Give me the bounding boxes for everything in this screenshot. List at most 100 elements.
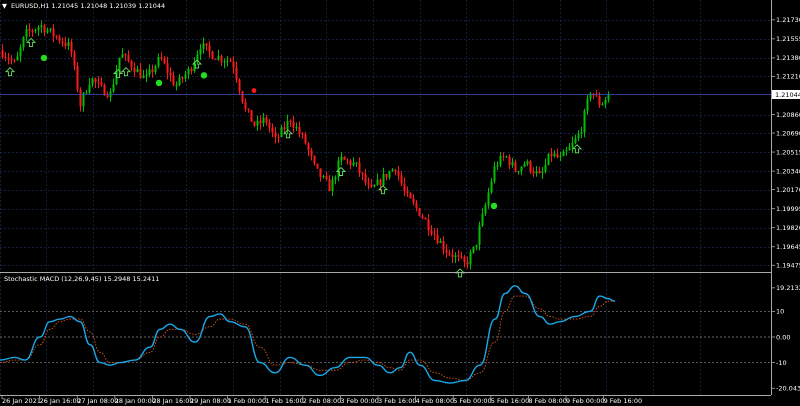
price-tick-label: 1.21730 <box>776 16 800 24</box>
candle-body <box>28 29 31 31</box>
candle-body <box>388 171 391 178</box>
candle-body <box>331 179 334 192</box>
green-dot-icon <box>490 202 498 210</box>
candle-body <box>505 156 508 158</box>
time-tick-label: 26 Jan 16:00 <box>40 397 81 405</box>
candle-body <box>58 36 61 42</box>
candle-body <box>553 153 556 157</box>
candle-body <box>13 60 16 62</box>
candle-body <box>352 162 355 166</box>
price-tick-label: 1.21380 <box>776 54 800 62</box>
time-tick-label: 1 Feb 16:00 <box>265 397 304 405</box>
time-tick-label: 27 Jan 08:00 <box>77 397 118 405</box>
candle-body <box>577 133 580 139</box>
candle-body <box>313 155 316 164</box>
candle-body <box>373 185 376 187</box>
candle-body <box>304 134 307 144</box>
candle-body <box>550 153 553 157</box>
candle-body <box>10 59 13 61</box>
candle-body <box>376 179 379 186</box>
candle-body <box>256 120 259 126</box>
candle-body <box>439 241 442 243</box>
candle-body <box>163 58 166 64</box>
candle-body <box>445 249 448 253</box>
time-tick-label: 28 Jan 16:00 <box>152 397 193 405</box>
candle-body <box>574 138 577 143</box>
candle-body <box>145 74 148 76</box>
candle-body <box>535 171 538 174</box>
price-tick-label: 1.20515 <box>776 148 800 156</box>
candle-body <box>253 121 256 126</box>
candle-body <box>382 174 385 186</box>
candle-body <box>418 208 421 217</box>
candle-body <box>136 68 139 73</box>
candle-body <box>142 75 145 79</box>
time-tick-label: 1 Feb 00:00 <box>228 397 267 405</box>
candle-body <box>169 72 172 76</box>
candle-body <box>271 127 274 133</box>
candle-body <box>319 168 322 178</box>
candle-body <box>601 104 604 106</box>
candle-body <box>448 252 451 255</box>
candle-body <box>55 36 58 38</box>
price-tick-label: 1.19995 <box>776 205 800 213</box>
time-tick-label: 4 Feb 08:00 <box>416 397 455 405</box>
candle-body <box>40 25 43 28</box>
candle-body <box>502 155 505 157</box>
candle-body <box>499 155 502 166</box>
dropdown-triangle-icon[interactable]: ▼ <box>2 2 7 10</box>
candle-body <box>571 142 574 148</box>
candle-body <box>400 175 403 184</box>
candle-body <box>436 234 439 243</box>
candle-body <box>583 110 586 133</box>
price-tick-label: 1.20170 <box>776 186 800 194</box>
candle-body <box>88 84 91 93</box>
candle-body <box>406 191 409 194</box>
candle-body <box>442 241 445 250</box>
candle-body <box>70 42 73 53</box>
candle-body <box>427 219 430 231</box>
candle-body <box>94 78 97 83</box>
indicator-tick-label: -10 <box>776 359 787 367</box>
candle-body <box>409 193 412 199</box>
candle-body <box>211 51 214 59</box>
candle-body <box>103 84 106 96</box>
candle-body <box>289 120 292 122</box>
time-tick-label: 2 Feb 08:00 <box>303 397 342 405</box>
indicator-tick-label: 10 <box>776 308 784 316</box>
candle-body <box>310 150 313 156</box>
candle-body <box>151 69 154 72</box>
candle-body <box>466 261 469 265</box>
candle-body <box>607 94 610 100</box>
symbol-header: EURUSD,H1 1.21045 1.21048 1.21039 1.2104… <box>11 2 165 10</box>
candle-body <box>454 255 457 258</box>
candle-body <box>61 41 64 43</box>
green-dot-icon <box>155 79 163 87</box>
candle-body <box>520 166 523 172</box>
candle-body <box>481 213 484 226</box>
candle-body <box>496 165 499 167</box>
candle-body <box>226 60 229 62</box>
candle-body <box>457 255 460 257</box>
candle-body <box>262 117 265 124</box>
candle-body <box>259 120 262 124</box>
candle-body <box>385 174 388 178</box>
candle-body <box>565 150 568 152</box>
candle-body <box>172 75 175 86</box>
candle-body <box>451 254 454 258</box>
candle-body <box>343 156 346 160</box>
price-tick-label: 1.20690 <box>776 129 800 137</box>
time-tick-label: 5 Feb 00:00 <box>453 397 492 405</box>
candle-body <box>97 82 100 84</box>
candle-body <box>235 67 238 80</box>
current-price-label: 1.21044 <box>775 91 800 99</box>
candle-body <box>346 159 349 161</box>
trading-chart[interactable]: ▼ EURUSD,H1 1.21045 1.21048 1.21039 1.21… <box>0 0 800 406</box>
candle-body <box>199 48 202 55</box>
candle-body <box>247 108 250 111</box>
candle-body <box>334 177 337 180</box>
candle-body <box>295 127 298 129</box>
candle-body <box>364 174 367 183</box>
candle-body <box>217 55 220 60</box>
candle-body <box>355 162 358 164</box>
